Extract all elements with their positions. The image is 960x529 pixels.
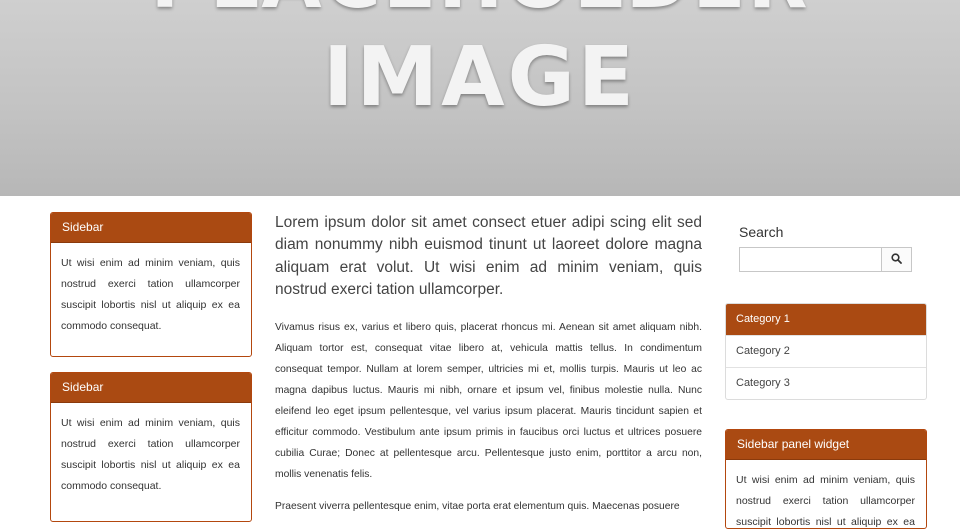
category-list: Category 1 Category 2 Category 3: [725, 303, 927, 400]
search-button[interactable]: [881, 247, 912, 272]
left-sidebar-panel-1: Sidebar Ut wisi enim ad minim veniam, qu…: [50, 212, 252, 357]
hero-banner: PLACEHOLDER IMAGE: [0, 0, 960, 196]
panel-text: Ut wisi enim ad minim veniam, quis nostr…: [61, 417, 240, 492]
main-content: Lorem ipsum dolor sit amet consect etuer…: [275, 212, 702, 517]
body-paragraph: Praesent viverra pellentesque enim, vita…: [275, 501, 680, 513]
lead-paragraph: Lorem ipsum dolor sit amet consect etuer…: [275, 214, 702, 298]
category-item-1[interactable]: Category 1: [726, 304, 926, 335]
panel-text: Ut wisi enim ad minim veniam, quis nostr…: [736, 474, 915, 528]
search-icon: [891, 251, 902, 269]
search-label: Search: [739, 224, 784, 240]
body-paragraph: Vivamus risus ex, varius et libero quis,…: [275, 322, 702, 481]
left-sidebar-panel-2: Sidebar Ut wisi enim ad minim veniam, qu…: [50, 372, 252, 522]
hero-placeholder-text: PLACEHOLDER: [0, 0, 960, 26]
sidebar-panel-widget: Sidebar panel widget Ut wisi enim ad min…: [725, 429, 927, 529]
category-item-3[interactable]: Category 3: [726, 367, 926, 399]
panel-text: Ut wisi enim ad minim veniam, quis nostr…: [61, 257, 240, 332]
search-input[interactable]: [739, 247, 882, 272]
hero-image-text: IMAGE: [323, 30, 637, 125]
panel-title: Sidebar: [51, 213, 251, 243]
panel-title: Sidebar: [51, 373, 251, 403]
panel-title: Sidebar panel widget: [726, 430, 926, 460]
category-item-2[interactable]: Category 2: [726, 335, 926, 367]
